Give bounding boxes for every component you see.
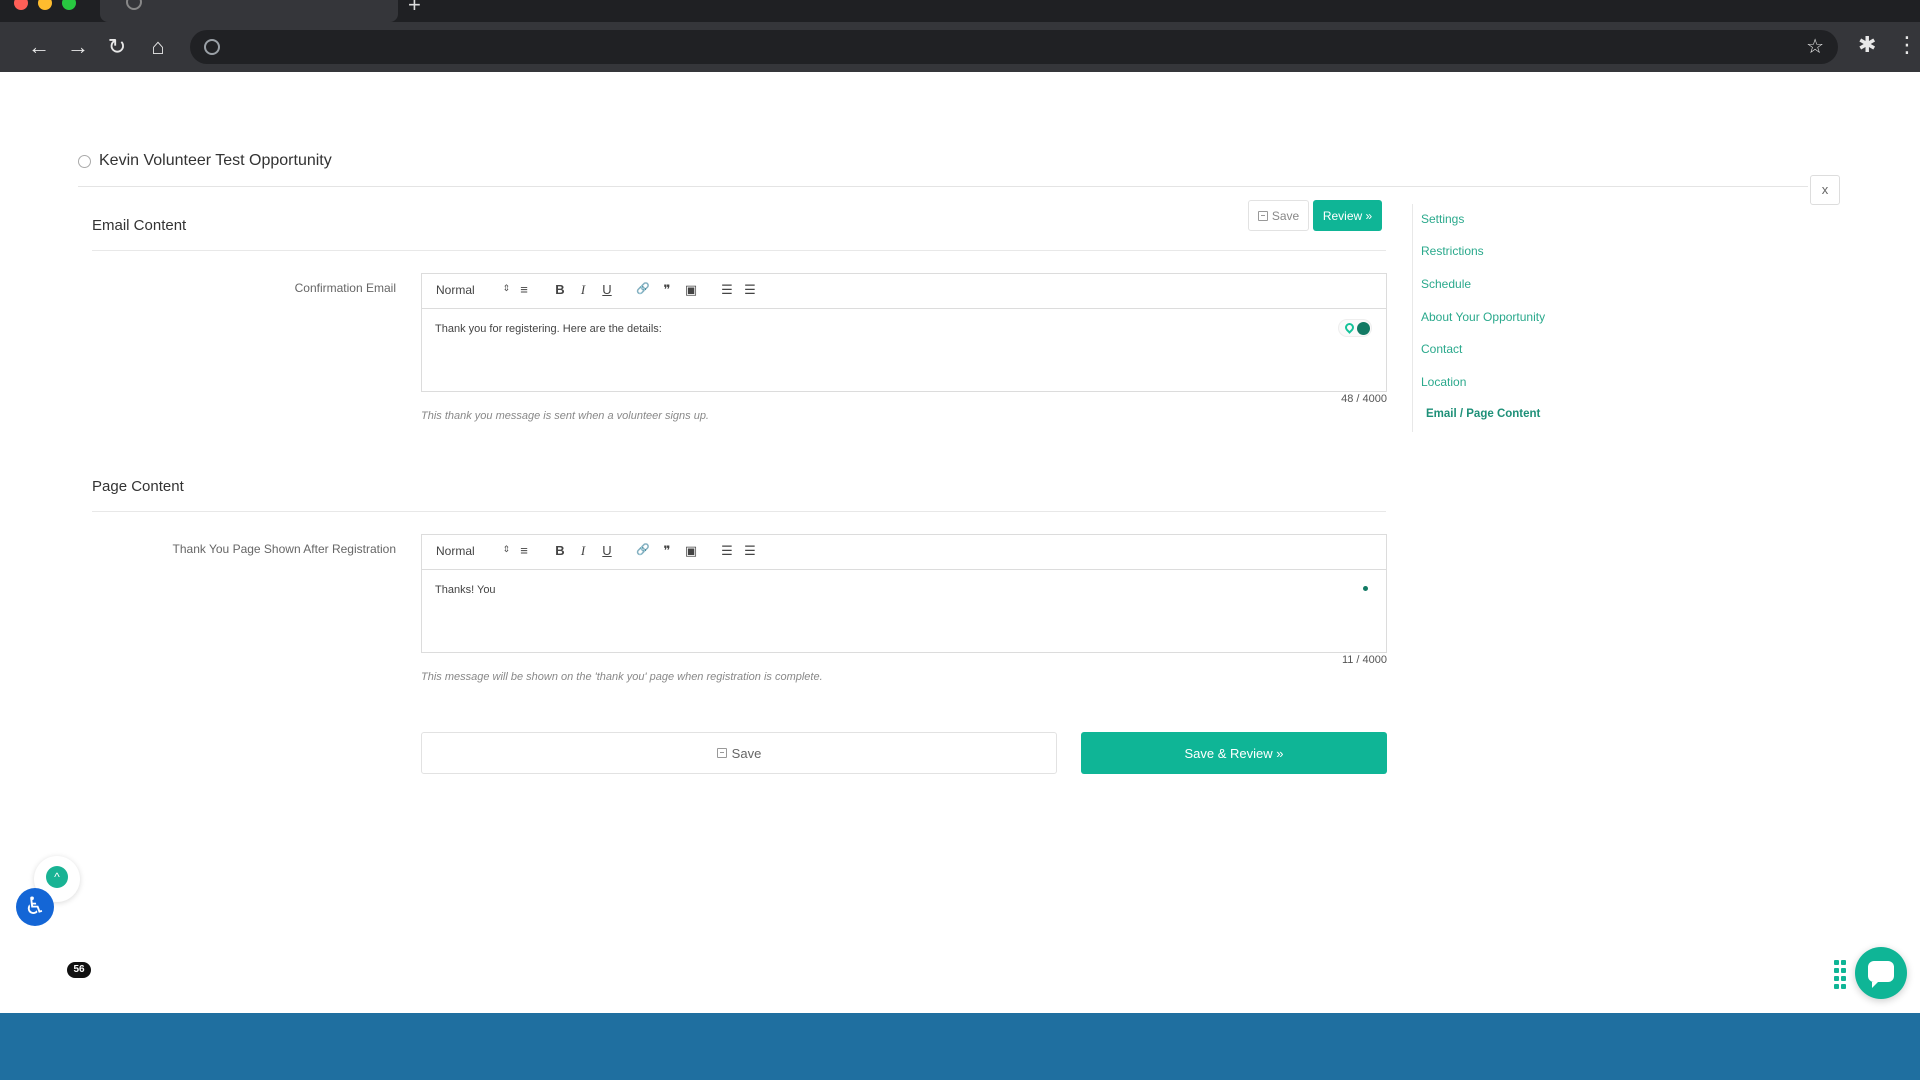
top-review-button[interactable]: Review » (1313, 200, 1382, 231)
quote-icon[interactable]: ❞ (659, 543, 675, 559)
ordered-list-icon[interactable]: ☰ (719, 282, 735, 298)
smiley-icon (78, 154, 91, 168)
ordered-list-icon[interactable]: ☰ (719, 543, 735, 559)
chat-launcher-button[interactable] (1855, 947, 1907, 999)
link-icon[interactable]: 🔗 (635, 543, 651, 556)
thank-you-page-editor: Normal ⇕ ≡ B I U 🔗 ❞ ▣ ☰ ☰ Thanks! You (421, 534, 1387, 653)
editor-text: Thank you for registering. Here are the … (435, 323, 662, 335)
bold-icon[interactable]: B (552, 282, 568, 297)
character-counter: 48 / 4000 (1341, 393, 1387, 405)
email-content-heading: Email Content (92, 217, 187, 234)
close-button[interactable]: x (1810, 175, 1840, 205)
nav-link-email-page-content[interactable]: Email / Page Content (1426, 408, 1540, 420)
grammar-assistant-widget[interactable] (1338, 319, 1372, 337)
nav-link-contact[interactable]: Contact (1421, 342, 1462, 356)
save-and-review-button[interactable]: Save & Review » (1081, 732, 1387, 774)
underline-icon[interactable]: U (599, 282, 615, 297)
confirmation-email-editor: Normal ⇕ ≡ B I U 🔗 ❞ ▣ ☰ ☰ Thank you for… (421, 273, 1387, 392)
new-tab-button[interactable]: + (408, 0, 421, 16)
page-content-heading: Page Content (92, 478, 184, 495)
confirmation-email-textarea[interactable]: Thank you for registering. Here are the … (422, 309, 1386, 391)
editor-toolbar: Normal ⇕ ≡ B I U 🔗 ❞ ▣ ☰ ☰ (422, 535, 1386, 570)
divider (92, 250, 1386, 251)
bullet-list-icon[interactable]: ☰ (742, 543, 758, 559)
quote-icon[interactable]: ❞ (659, 282, 675, 298)
grammarly-dot-icon (1363, 586, 1368, 591)
address-bar[interactable]: ☆ (190, 30, 1838, 64)
maximize-window-button[interactable] (62, 0, 76, 10)
page-footer (0, 1013, 1920, 1080)
nav-link-about-opportunity[interactable]: About Your Opportunity (1421, 310, 1545, 324)
drag-handle-icon[interactable] (1834, 960, 1846, 990)
select-arrows-icon: ⇕ (502, 544, 510, 554)
top-save-label: Save (1271, 208, 1300, 223)
browser-toolbar: ← → ↻ ⌂ ☆ ✱ ⋮ (0, 22, 1920, 72)
character-counter: 11 / 4000 (1341, 654, 1387, 666)
bookmark-star-icon[interactable]: ☆ (1806, 34, 1824, 59)
bottom-save-label: Save (731, 745, 762, 761)
notification-badge: 56 (67, 962, 91, 978)
top-save-button[interactable]: Save (1248, 200, 1309, 231)
forward-arrow-icon[interactable]: → (63, 32, 93, 62)
italic-icon[interactable]: I (575, 543, 591, 559)
floppy-disk-icon (716, 748, 727, 758)
thank-you-page-label: Thank You Page Shown After Registration (172, 542, 396, 556)
confirmation-email-hint: This thank you message is sent when a vo… (421, 410, 709, 422)
bold-icon[interactable]: B (552, 543, 568, 558)
globe-icon (126, 0, 142, 10)
format-select[interactable]: Normal ⇕ (436, 283, 510, 297)
extensions-puzzle-icon[interactable]: ✱ (1858, 32, 1876, 58)
thank-you-page-hint: This message will be shown on the 'thank… (421, 671, 823, 683)
chevron-up-icon: ^ (46, 866, 68, 888)
browser-menu-icon[interactable]: ⋮ (1896, 32, 1918, 58)
floppy-disk-icon (1257, 210, 1268, 221)
thank-you-page-textarea[interactable]: Thanks! You (422, 570, 1386, 652)
location-pin-icon (1343, 321, 1356, 334)
browser-tab-strip: + (0, 0, 1920, 22)
minimize-window-button[interactable] (38, 0, 52, 10)
nav-link-restrictions[interactable]: Restrictions (1421, 244, 1484, 258)
format-select-value: Normal (436, 283, 475, 297)
underline-icon[interactable]: U (599, 543, 615, 558)
nav-link-location[interactable]: Location (1421, 375, 1466, 389)
editor-text: Thanks! You (435, 584, 496, 596)
chat-bubble-icon (1868, 961, 1894, 988)
opportunity-title: Kevin Volunteer Test Opportunity (99, 152, 332, 169)
nav-link-settings[interactable]: Settings (1421, 212, 1464, 226)
bullet-list-icon[interactable]: ☰ (742, 282, 758, 298)
align-icon[interactable]: ≡ (516, 282, 532, 297)
editor-toolbar: Normal ⇕ ≡ B I U 🔗 ❞ ▣ ☰ ☰ (422, 274, 1386, 309)
browser-tab[interactable] (100, 0, 398, 22)
divider (92, 511, 1386, 512)
format-select[interactable]: Normal ⇕ (436, 544, 510, 558)
select-arrows-icon: ⇕ (502, 283, 510, 293)
section-navigation: Settings Restrictions Schedule About You… (1412, 204, 1612, 432)
globe-icon (204, 39, 220, 55)
page-title: Kevin Volunteer Test Opportunity (78, 152, 332, 170)
close-window-button[interactable] (14, 0, 28, 10)
nav-link-schedule[interactable]: Schedule (1421, 277, 1471, 291)
image-icon[interactable]: ▣ (683, 543, 699, 559)
confirmation-email-label: Confirmation Email (294, 281, 396, 295)
image-icon[interactable]: ▣ (683, 282, 699, 298)
align-icon[interactable]: ≡ (516, 543, 532, 558)
format-select-value: Normal (436, 544, 475, 558)
page-content: Kevin Volunteer Test Opportunity x Save … (0, 72, 1920, 1013)
home-icon[interactable]: ⌂ (143, 32, 173, 62)
accessibility-icon[interactable]: ♿ (16, 888, 54, 926)
bottom-save-button[interactable]: Save (421, 732, 1057, 774)
back-arrow-icon[interactable]: ← (24, 32, 54, 62)
grammarly-icon (1357, 322, 1370, 335)
reload-icon[interactable]: ↻ (102, 32, 132, 62)
link-icon[interactable]: 🔗 (635, 282, 651, 295)
divider (78, 186, 1808, 187)
italic-icon[interactable]: I (575, 282, 591, 298)
